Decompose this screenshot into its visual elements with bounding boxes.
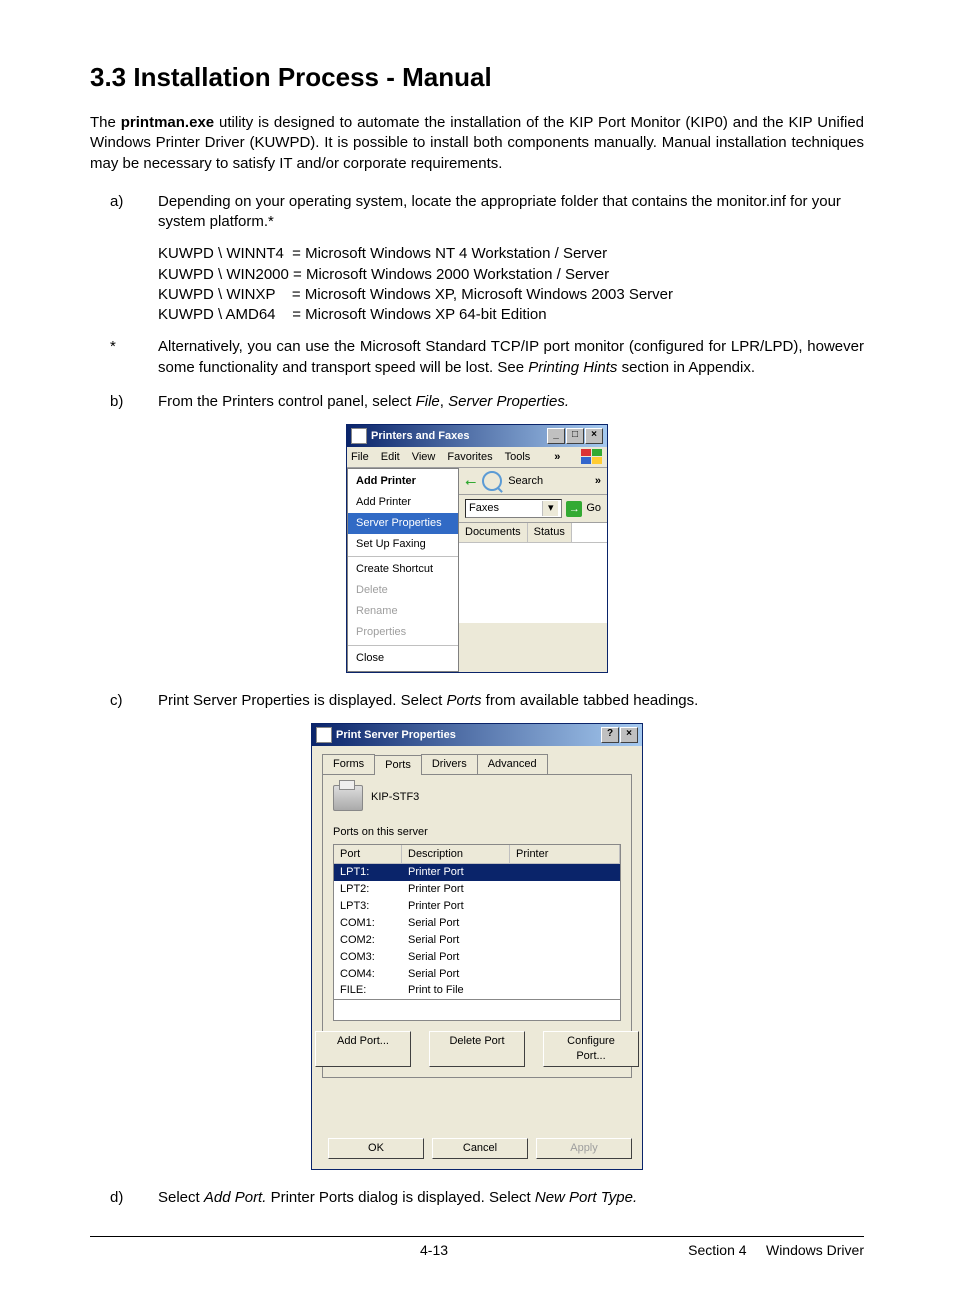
col-description[interactable]: Description: [402, 845, 510, 865]
search-label: Search: [508, 474, 543, 489]
file-menu: Add Printer Add PrinterServer Properties…: [347, 468, 459, 672]
menu-favorites[interactable]: Favorites: [447, 451, 492, 463]
table-row[interactable]: COM2:Serial Port: [334, 932, 620, 949]
table-row[interactable]: COM4:Serial Port: [334, 966, 620, 983]
print-server-properties-dialog: Print Server Properties ? × Forms Ports …: [311, 723, 643, 1170]
delete-port-button[interactable]: Delete Port: [429, 1031, 525, 1067]
page-footer: 4-13 Section 4 Windows Driver: [90, 1236, 864, 1260]
menu-item: Properties: [348, 622, 458, 643]
back-icon[interactable]: ⭠: [465, 472, 476, 491]
list-area: [459, 543, 607, 623]
dialog-titlebar[interactable]: Print Server Properties ? ×: [312, 724, 642, 746]
dialog-title: Print Server Properties: [336, 728, 456, 743]
window-title: Printers and Faxes: [371, 429, 469, 444]
column-headers: Documents Status: [459, 523, 607, 543]
menu-item[interactable]: Close: [348, 648, 458, 669]
tab-forms[interactable]: Forms: [322, 754, 375, 774]
item-b-body: From the Printers control panel, select …: [158, 392, 864, 412]
ports-label: Ports on this server: [333, 825, 621, 840]
help-button[interactable]: ?: [601, 727, 619, 743]
utility-name: printman.exe: [121, 114, 214, 131]
chevron-down-icon[interactable]: ▾: [542, 501, 558, 516]
menu-separator: [348, 645, 458, 646]
close-button[interactable]: ×: [585, 428, 603, 444]
add-port-button[interactable]: Add Port...: [315, 1031, 411, 1067]
close-button[interactable]: ×: [620, 727, 638, 743]
go-label: Go: [586, 501, 601, 516]
item-b-label: b): [90, 392, 158, 412]
ok-button[interactable]: OK: [328, 1138, 424, 1159]
printer-icon: [316, 727, 332, 743]
go-button[interactable]: →: [566, 501, 582, 517]
tab-strip: Forms Ports Drivers Advanced: [322, 754, 632, 774]
menu-view[interactable]: View: [412, 451, 436, 463]
address-bar[interactable]: Faxes ▾: [465, 499, 562, 518]
server-icon: [333, 785, 363, 811]
item-star-label: *: [90, 337, 158, 378]
table-row[interactable]: COM3:Serial Port: [334, 949, 620, 966]
col-printer[interactable]: Printer: [510, 845, 620, 865]
ports-table: Port Description Printer LPT1:Printer Po…: [333, 844, 621, 1001]
col-port[interactable]: Port: [334, 845, 402, 865]
printers-icon: [351, 428, 367, 444]
table-row[interactable]: LPT3:Printer Port: [334, 898, 620, 915]
menu-file[interactable]: File: [351, 451, 369, 463]
table-row[interactable]: LPT2:Printer Port: [334, 881, 620, 898]
page-number: 4-13: [420, 1241, 448, 1260]
search-icon[interactable]: [482, 471, 502, 491]
configure-port-button[interactable]: Configure Port...: [543, 1031, 639, 1067]
tab-drivers[interactable]: Drivers: [421, 754, 478, 774]
tab-advanced[interactable]: Advanced: [477, 754, 548, 774]
section-label: Section 4 Windows Driver: [688, 1241, 864, 1260]
item-a-body: Depending on your operating system, loca…: [158, 192, 864, 233]
menu-separator: [348, 556, 458, 557]
menu-item[interactable]: Set Up Faxing: [348, 534, 458, 555]
menu-item[interactable]: Add Printer: [348, 492, 458, 513]
platform-paths: KUWPD \ WINNT4 = Microsoft Windows NT 4 …: [158, 244, 864, 325]
apply-button[interactable]: Apply: [536, 1138, 632, 1159]
item-d-label: d): [90, 1188, 158, 1208]
toolbar-more-icon[interactable]: »: [595, 474, 601, 489]
section-heading: 3.3 Installation Process - Manual: [90, 60, 864, 95]
item-star-body: Alternatively, you can use the Microsoft…: [158, 337, 864, 378]
menu-item: Rename: [348, 601, 458, 622]
windows-logo-icon: [581, 449, 603, 465]
item-d-body: Select Add Port. Printer Ports dialog is…: [158, 1188, 864, 1208]
item-c-label: c): [90, 691, 158, 711]
item-a-label: a): [90, 192, 158, 233]
cancel-button[interactable]: Cancel: [432, 1138, 528, 1159]
menu-item[interactable]: Server Properties: [348, 513, 458, 534]
menubar: File Edit View Favorites Tools »: [347, 447, 607, 468]
intro-paragraph: The printman.exe utility is designed to …: [90, 113, 864, 174]
menu-item: Delete: [348, 580, 458, 601]
table-row[interactable]: LPT1:Printer Port: [334, 864, 620, 881]
table-row[interactable]: COM1:Serial Port: [334, 915, 620, 932]
menu-edit[interactable]: Edit: [381, 451, 400, 463]
more-icon[interactable]: »: [554, 450, 560, 465]
maximize-button[interactable]: □: [566, 428, 584, 444]
menu-header: Add Printer: [348, 471, 458, 492]
server-name: KIP-STF3: [371, 790, 419, 805]
table-row[interactable]: FILE:Print to File: [334, 982, 620, 999]
tab-ports[interactable]: Ports: [374, 755, 422, 775]
menu-tools[interactable]: Tools: [505, 451, 531, 463]
item-c-body: Print Server Properties is displayed. Se…: [158, 691, 864, 711]
window-titlebar[interactable]: Printers and Faxes _ □ ×: [347, 425, 607, 447]
printers-and-faxes-window: Printers and Faxes _ □ × File Edit View Fav…: [346, 424, 608, 673]
minimize-button[interactable]: _: [547, 428, 565, 444]
menu-item[interactable]: Create Shortcut: [348, 559, 458, 580]
